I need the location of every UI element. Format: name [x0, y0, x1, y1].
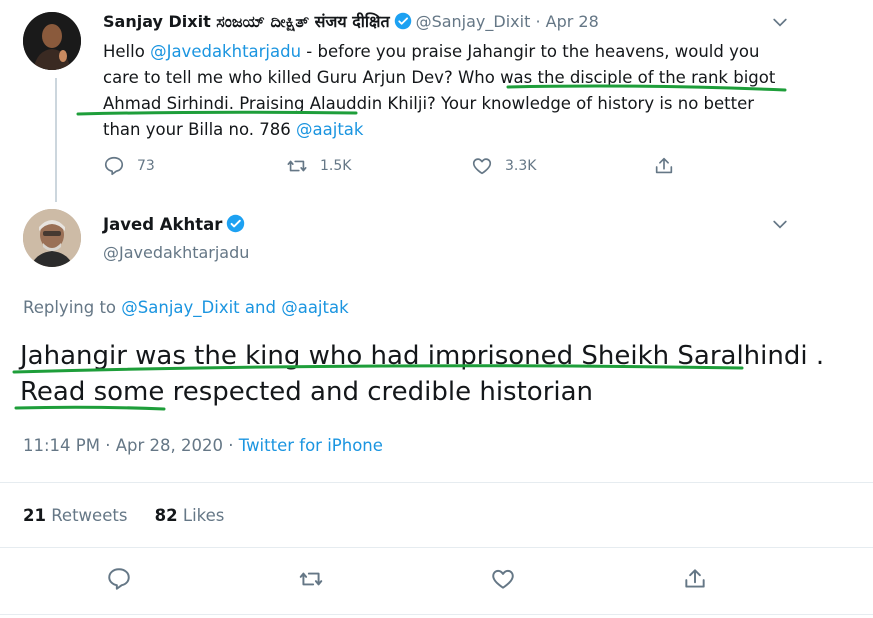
retweet-count: 1.5K	[320, 158, 352, 174]
tweet1-text: Hello @Javedakhtarjadu - before you prai…	[103, 39, 793, 143]
tweet2-actions	[0, 566, 873, 596]
divider	[0, 614, 873, 615]
retweets-total: 21	[23, 506, 46, 525]
tweet2-source[interactable]: Twitter for iPhone	[239, 436, 383, 455]
divider	[0, 482, 873, 483]
tweet2-timestamp: 11:14 PM · Apr 28, 2020 · Twitter for iP…	[23, 435, 383, 457]
tweet2-text: Jahangir was the king who had imprisoned…	[20, 341, 825, 407]
replying-to-aajtak[interactable]: @aajtak	[281, 298, 348, 317]
tweet2-stats: 21 Retweets 82 Likes	[23, 505, 224, 527]
retweets-label: Retweets	[45, 506, 128, 525]
tweet1-header: Sanjay Dixit ಸಂಜಯ್ ದೀಕ್ಷಿತ್ संजय दीक्षित…	[103, 12, 599, 35]
like-icon	[492, 569, 514, 589]
verified-badge-icon	[394, 12, 412, 35]
likes-total: 82	[154, 506, 178, 525]
tweet2-author-name[interactable]: Javed Akhtar	[103, 215, 222, 234]
likes-label: Likes	[177, 506, 225, 525]
mention-javedakhtarjadu[interactable]: @Javedakhtarjadu	[150, 42, 301, 61]
reply-button[interactable]	[106, 566, 132, 592]
retweet-button[interactable]: 1.5K	[286, 155, 351, 177]
like-button[interactable]	[490, 566, 516, 592]
tweet1-author-name[interactable]: Sanjay Dixit ಸಂಜಯ್ ದೀಕ್ಷಿತ್ संजय दीक्षित	[103, 12, 390, 31]
divider	[0, 547, 873, 548]
reply-icon	[108, 568, 130, 590]
retweets-stat[interactable]: 21 Retweets	[23, 506, 127, 525]
chevron-down-icon[interactable]	[770, 12, 790, 32]
chevron-down-icon[interactable]	[770, 214, 790, 234]
tweet2-handle[interactable]: @Javedakhtarjadu	[103, 242, 249, 264]
replying-to-sanjay-dixit[interactable]: @Sanjay_Dixit	[121, 298, 239, 317]
replying-to-and: and	[239, 298, 282, 317]
tweet1-date[interactable]: Apr 28	[546, 12, 599, 31]
verified-badge-icon	[226, 214, 245, 239]
reply-icon	[104, 156, 124, 176]
reply-count: 73	[137, 158, 155, 174]
thread-connector-line	[55, 78, 57, 202]
like-icon	[472, 158, 492, 175]
mention-aajtak[interactable]: @aajtak	[296, 120, 363, 139]
share-icon	[655, 157, 673, 174]
retweet-icon	[287, 160, 307, 172]
retweet-button[interactable]	[298, 566, 324, 592]
tweet1-dot: ·	[530, 12, 546, 31]
like-button[interactable]: 3.3K	[471, 155, 536, 177]
avatar-javed-akhtar[interactable]	[23, 209, 81, 267]
likes-stat[interactable]: 82 Likes	[155, 506, 225, 525]
replying-to: Replying to @Sanjay_Dixit and @aajtak	[23, 297, 349, 319]
replying-to-prefix: Replying to	[23, 298, 122, 317]
avatar-sanjay-dixit[interactable]	[23, 12, 81, 70]
tweet1-handle[interactable]: @Sanjay_Dixit	[416, 12, 531, 31]
like-count: 3.3K	[505, 158, 537, 174]
share-button[interactable]	[682, 566, 708, 592]
share-button[interactable]	[653, 155, 675, 177]
tweet2-author: Javed Akhtar	[103, 214, 249, 239]
share-icon	[685, 569, 705, 588]
retweet-icon	[299, 572, 323, 586]
tweet1-text-part: Hello	[103, 42, 151, 61]
tweet2-time[interactable]: 11:14 PM · Apr 28, 2020 ·	[23, 436, 239, 455]
reply-button[interactable]: 73	[103, 155, 155, 177]
